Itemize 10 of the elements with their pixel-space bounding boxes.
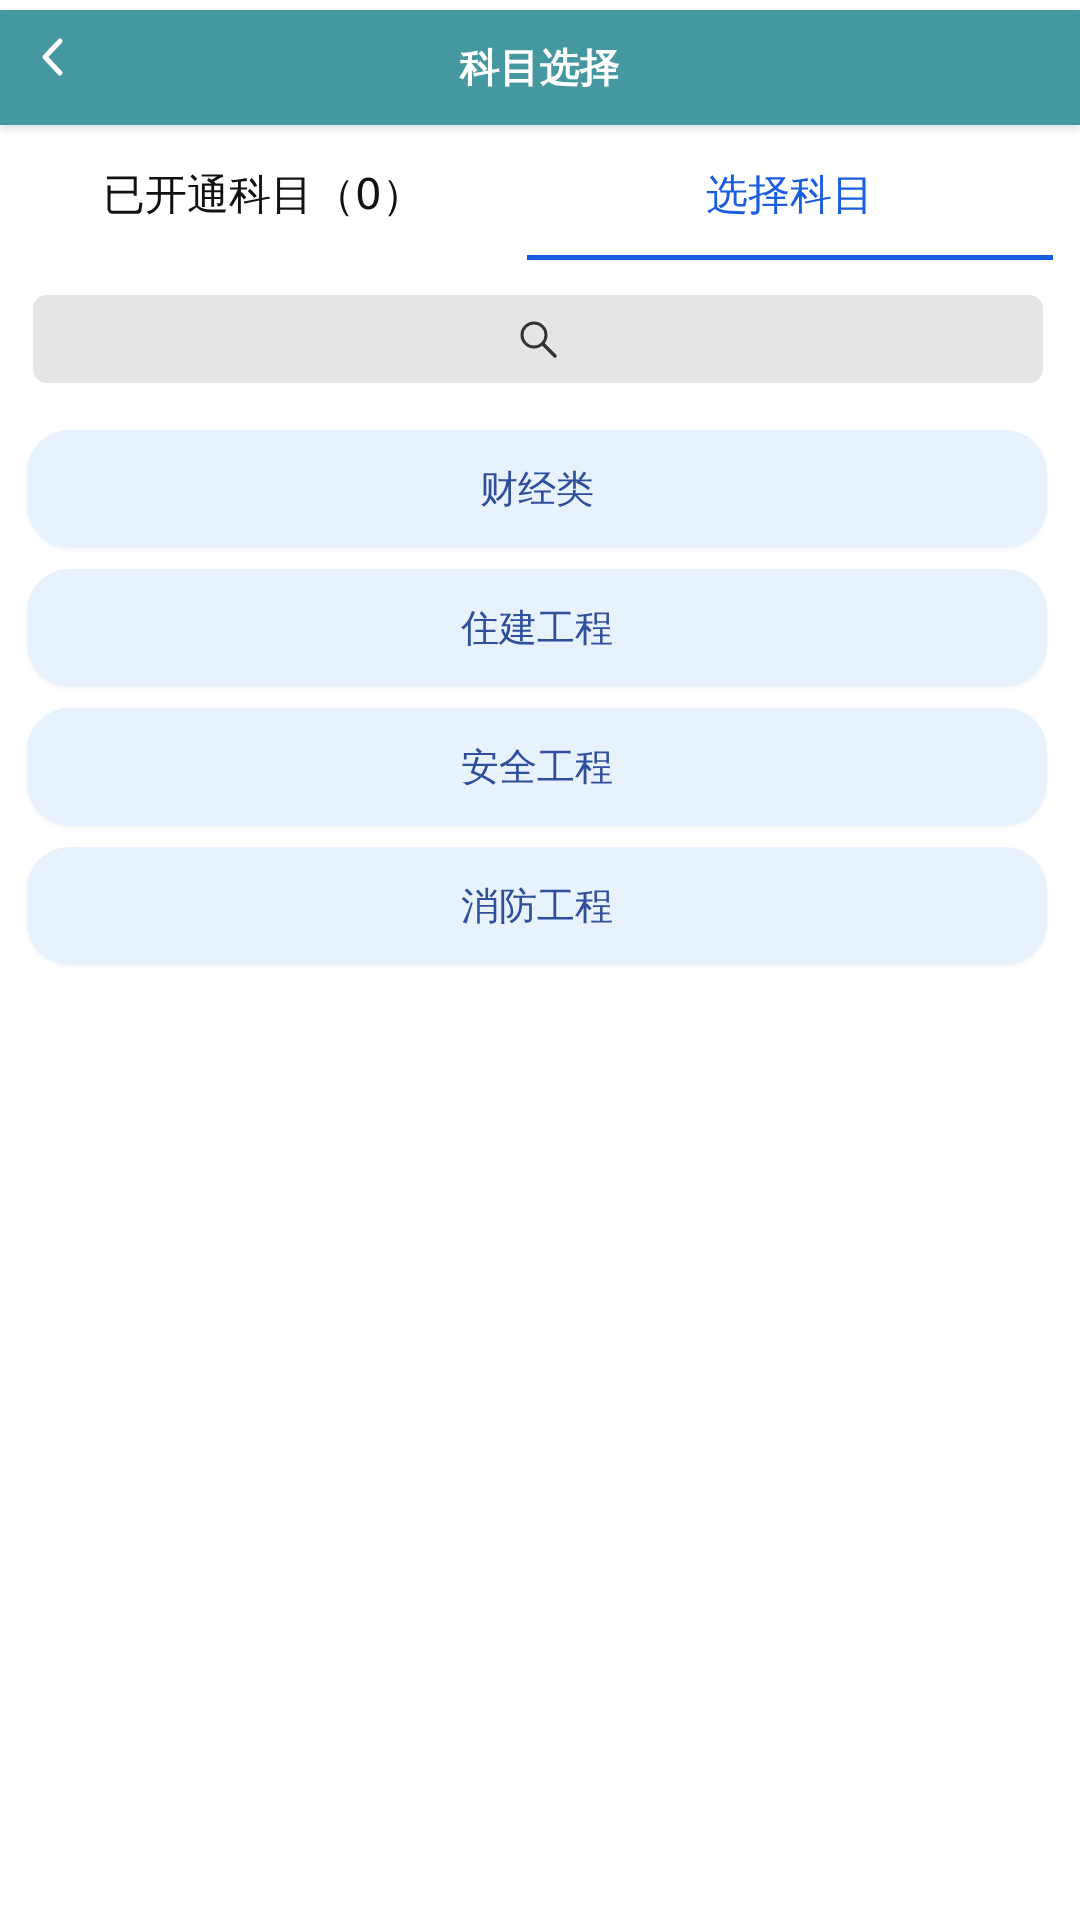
category-button[interactable]: 财经类 [27, 430, 1047, 548]
category-button[interactable]: 安全工程 [27, 708, 1047, 826]
tab[interactable]: 已开通科目（0） [0, 125, 527, 260]
back-icon[interactable] [40, 37, 64, 77]
search-icon [518, 319, 558, 359]
category-button[interactable]: 消防工程 [27, 847, 1047, 965]
screen-title: 科目选择 [460, 43, 620, 92]
tab[interactable]: 选择科目 [526, 125, 1053, 260]
category-button[interactable]: 住建工程 [27, 569, 1047, 687]
search-field[interactable] [33, 295, 1043, 383]
